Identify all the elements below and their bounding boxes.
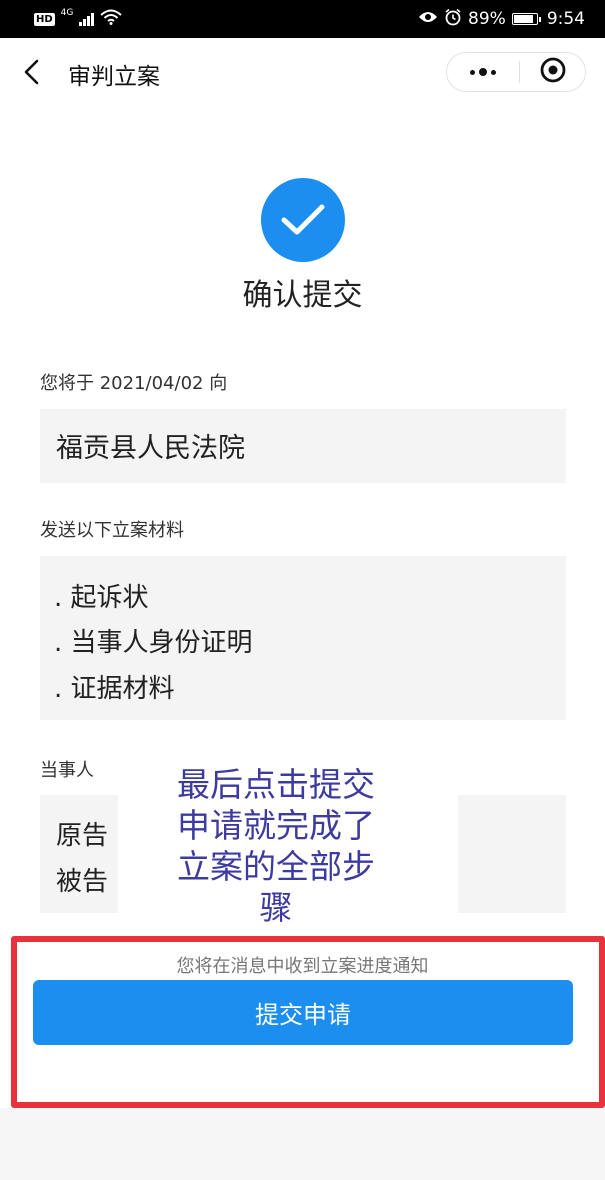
annotation-text: 最后点击提交 申请就完成了 立案的全部步 骤: [118, 764, 434, 928]
party-plaintiff: 原告: [56, 821, 109, 851]
party-defendant: 被告: [56, 867, 109, 897]
eye-icon: [418, 9, 438, 29]
hd-badge: HD: [34, 12, 55, 26]
miniprogram-capsule: [446, 52, 586, 92]
nav-bar: 审判立案: [0, 38, 605, 106]
wifi-icon: [100, 9, 123, 30]
confirm-title: 确认提交: [242, 278, 363, 313]
submit-date-label: 您将于 2021/04/02 向: [40, 373, 228, 394]
alarm-icon: [444, 8, 462, 31]
materials-label: 发送以下立案材料: [40, 520, 184, 541]
progress-notice: 您将在消息中收到立案进度通知: [176, 956, 429, 977]
court-name: 福贡县人民法院: [56, 433, 245, 464]
battery-level-fill: [513, 15, 534, 23]
annotation-line: 最后点击提交: [177, 765, 375, 804]
success-check-icon: [261, 178, 345, 262]
annotation-line: 申请就完成了: [177, 806, 375, 845]
bottom-area: [0, 1108, 605, 1180]
network-type: 4G: [60, 8, 74, 18]
signal-icon: [79, 12, 95, 26]
close-miniprogram-button[interactable]: [520, 53, 585, 91]
status-time: 9:54: [546, 9, 585, 29]
status-right: 89% 9:54: [418, 8, 585, 31]
target-circle-icon: [539, 56, 567, 88]
status-left: HD 4G: [34, 8, 123, 30]
battery-icon: [511, 13, 541, 25]
back-arrow-icon[interactable]: [22, 59, 44, 85]
submit-application-button[interactable]: 提交申请: [33, 980, 573, 1045]
material-item: . 证据材料: [54, 674, 175, 704]
more-menu-button[interactable]: [447, 53, 519, 91]
annotation-line: 立案的全部步: [177, 847, 375, 886]
parties-label: 当事人: [40, 760, 94, 781]
more-dots-icon: [470, 68, 496, 76]
battery-percent: 89%: [468, 9, 506, 29]
annotation-line: 骤: [259, 888, 293, 927]
status-bar: HD 4G 89% 9:54: [0, 0, 605, 38]
material-item: . 当事人身份证明: [54, 628, 253, 658]
material-item: . 起诉状: [54, 583, 149, 613]
page-title: 审判立案: [68, 64, 160, 90]
